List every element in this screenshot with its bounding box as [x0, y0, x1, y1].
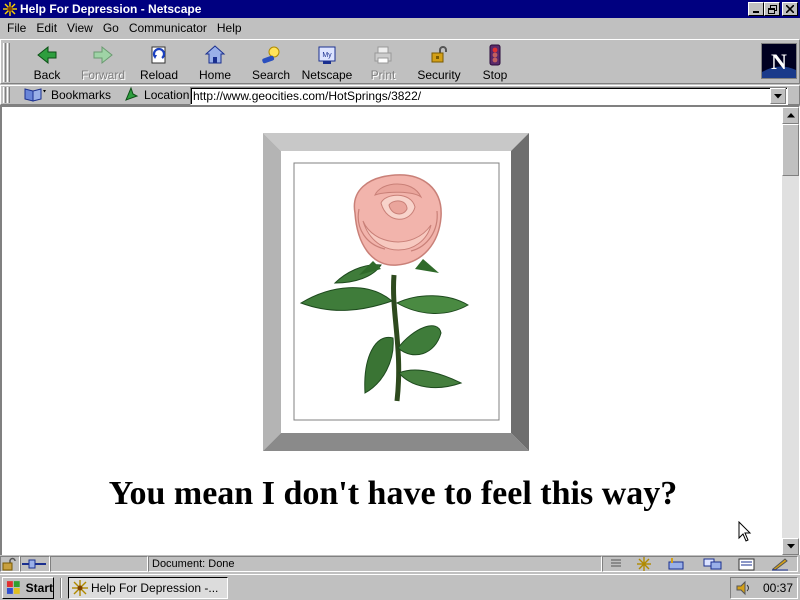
security-button[interactable]: Security: [411, 42, 467, 82]
page-heading: You mean I don't have to feel this way?: [108, 475, 678, 512]
back-label: Back: [33, 68, 61, 82]
taskbar-clock[interactable]: 00:37: [763, 581, 793, 595]
toolbar-grip[interactable]: [3, 43, 6, 82]
search-icon: [259, 44, 283, 66]
netscape-logo[interactable]: N: [761, 43, 797, 79]
open-padlock-icon: [2, 557, 16, 571]
reload-label: Reload: [139, 68, 179, 82]
stop-button[interactable]: Stop: [467, 42, 523, 82]
taskbar-separator: [60, 578, 62, 598]
discussion-groups-icon[interactable]: [703, 557, 723, 571]
scroll-down-button[interactable]: [782, 538, 799, 555]
page-content: You mean I don't have to feel this way?: [0, 105, 800, 555]
close-button[interactable]: [782, 2, 798, 16]
minimize-button[interactable]: [748, 2, 764, 16]
reload-icon: [147, 44, 171, 66]
navigator-icon[interactable]: [636, 557, 652, 571]
composer-pen-icon[interactable]: [771, 557, 789, 571]
stop-sign-icon: [483, 44, 507, 66]
connection-plug-icon: [22, 559, 46, 569]
url-input[interactable]: http://www.geocities.com/HotSprings/3822…: [190, 87, 788, 105]
search-label: Search: [251, 68, 291, 82]
print-button[interactable]: Print: [355, 42, 411, 82]
location-label: Location:: [144, 88, 193, 102]
progress-bar: [50, 556, 148, 572]
bookmarks-button[interactable]: Bookmarks: [24, 86, 111, 104]
location-toolbar-grip-2[interactable]: [7, 87, 10, 103]
home-icon: [203, 44, 227, 66]
netscape-task-icon: [72, 580, 88, 596]
netscape-label: Netscape: [301, 68, 353, 82]
svg-text:N: N: [771, 49, 787, 74]
security-status-cell[interactable]: [0, 556, 20, 572]
printer-icon: [371, 44, 395, 66]
connection-status-cell[interactable]: [20, 556, 50, 572]
rose-picture-frame: [263, 133, 529, 451]
back-arrow-icon: [35, 44, 59, 66]
reload-button[interactable]: Reload: [131, 42, 187, 82]
windows-logo-icon: [6, 581, 20, 594]
mailbox-icon[interactable]: [667, 557, 687, 571]
menu-go[interactable]: Go: [98, 21, 124, 35]
forward-button[interactable]: Forward: [75, 42, 131, 82]
svg-text:My: My: [322, 52, 332, 59]
volume-speaker-icon[interactable]: [735, 580, 753, 596]
menu-edit[interactable]: Edit: [31, 21, 62, 35]
mouse-cursor: [738, 521, 752, 542]
status-text-cell: Document: Done: [148, 556, 602, 572]
my-netscape-icon: My: [315, 44, 339, 66]
window-title: Help For Depression - Netscape: [20, 2, 202, 16]
search-button[interactable]: Search: [243, 42, 299, 82]
location-toolbar-grip[interactable]: [3, 87, 6, 103]
title-bar: Help For Depression - Netscape: [0, 0, 800, 18]
bookmarks-icon: [24, 86, 46, 105]
restore-button[interactable]: [764, 2, 780, 16]
toolbar-grip-2[interactable]: [7, 43, 10, 82]
status-text: Document: Done: [152, 558, 235, 570]
composer-icon[interactable]: [738, 557, 756, 571]
url-dropdown-button[interactable]: [770, 88, 786, 104]
stop-label: Stop: [482, 68, 508, 82]
netscape-app-icon[interactable]: [2, 1, 18, 17]
location-toolbar: Bookmarks Location: http://www.geocities…: [0, 85, 800, 105]
home-button[interactable]: Home: [187, 42, 243, 82]
scroll-up-button[interactable]: [782, 107, 799, 124]
bookmarks-label: Bookmarks: [51, 88, 112, 102]
component-bar-grip-icon[interactable]: [610, 558, 621, 570]
my-netscape-button[interactable]: My Netscape: [299, 42, 355, 82]
status-bar: Document: Done: [0, 555, 800, 573]
forward-arrow-icon: [91, 44, 115, 66]
scroll-thumb[interactable]: [782, 124, 799, 176]
menu-help[interactable]: Help: [212, 21, 247, 35]
menu-communicator[interactable]: Communicator: [124, 21, 212, 35]
taskbar-window-label: Help For Depression -...: [91, 581, 219, 595]
vertical-scrollbar[interactable]: [782, 107, 799, 555]
print-label: Print: [370, 68, 396, 82]
forward-label: Forward: [80, 68, 125, 82]
page-proxy-icon[interactable]: [123, 86, 139, 105]
home-label: Home: [198, 68, 231, 82]
menu-view[interactable]: View: [62, 21, 98, 35]
start-button[interactable]: Start: [2, 577, 54, 599]
taskbar-window-button[interactable]: Help For Depression -...: [68, 577, 228, 599]
security-label: Security: [417, 68, 461, 82]
component-bar: [602, 556, 798, 572]
menu-bar: File Edit View Go Communicator Help: [0, 18, 800, 38]
location-label-group: Location:: [123, 86, 193, 105]
padlock-icon: [427, 44, 451, 66]
windows-taskbar: Start Help For Depression -... 00:37: [0, 574, 800, 600]
navigation-toolbar: Back Forward Reload Home Search My Netsc…: [0, 39, 800, 84]
system-tray: 00:37: [730, 577, 798, 599]
menu-file[interactable]: File: [2, 21, 31, 35]
back-button[interactable]: Back: [19, 42, 75, 82]
start-label: Start: [25, 581, 53, 595]
